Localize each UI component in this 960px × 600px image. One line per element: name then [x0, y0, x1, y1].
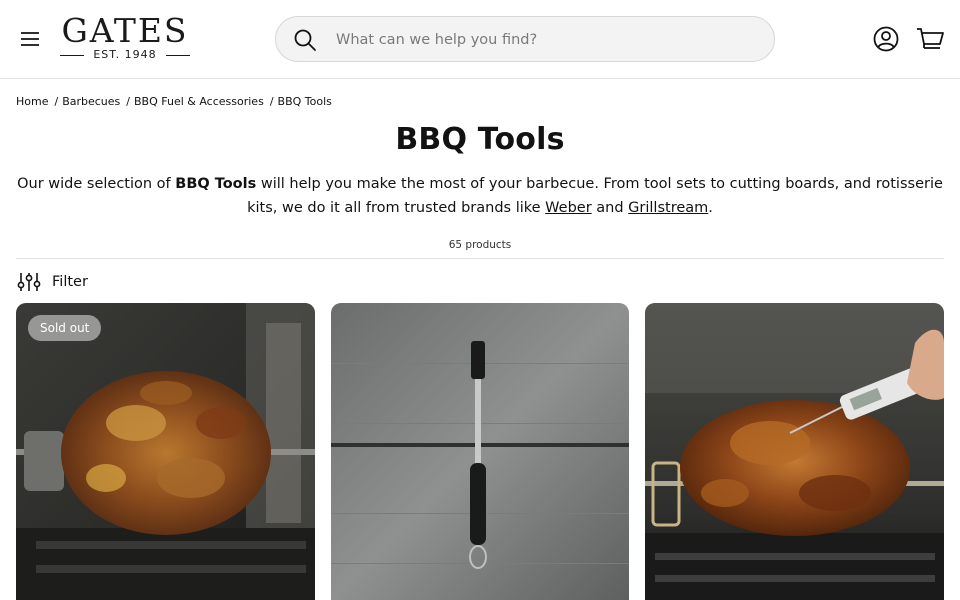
breadcrumb-separator: / — [126, 95, 130, 108]
logo-rule-right — [166, 55, 190, 56]
search-bar — [275, 16, 775, 62]
breadcrumb-current[interactable]: BBQ Tools — [278, 95, 332, 108]
logo-wordmark: GATES — [61, 11, 189, 50]
breadcrumb-barbecues[interactable]: Barbecues — [62, 95, 120, 108]
filter-button[interactable]: Filter — [16, 269, 88, 295]
rotisserie-chicken-thermometer-photo — [645, 303, 944, 600]
divider — [16, 258, 944, 259]
cart-icon[interactable] — [915, 25, 945, 53]
product-count: 65 products — [448, 239, 512, 251]
rotisserie-kebab-photo — [16, 303, 315, 600]
search-input[interactable] — [336, 28, 756, 52]
desc-text: . — [708, 200, 713, 216]
site-logo[interactable]: GATES EST. 1948 — [58, 12, 192, 64]
product-card[interactable]: Sold out — [16, 303, 315, 600]
desc-text: Our wide selection of — [17, 176, 176, 192]
page-title: BBQ Tools — [395, 122, 565, 157]
filter-label: Filter — [52, 274, 88, 290]
breadcrumb: Home / Barbecues / BBQ Fuel & Accessories / BB… — [16, 95, 332, 111]
filter-icon — [16, 270, 42, 294]
breadcrumb-separator: / — [54, 95, 59, 108]
grillstream-link[interactable]: Grillstream — [628, 200, 708, 216]
sold-out-badge: Sold out — [28, 315, 102, 341]
desc-text: and — [591, 200, 629, 216]
basting-brush-photo — [331, 303, 629, 600]
breadcrumb-separator: / — [269, 95, 274, 108]
menu-icon[interactable] — [18, 27, 42, 51]
breadcrumb-home[interactable]: Home — [16, 95, 48, 108]
product-card[interactable] — [645, 303, 944, 600]
site-header: GATES EST. 1948 — [0, 0, 960, 79]
desc-bold: BBQ Tools — [175, 176, 257, 192]
breadcrumb-fuel-accessories[interactable]: BBQ Fuel & Accessories — [134, 95, 264, 108]
collection-description: Our wide selection of BBQ Tools will hel… — [16, 172, 944, 220]
account-icon[interactable] — [872, 25, 900, 53]
search-icon[interactable] — [293, 28, 317, 52]
weber-link[interactable]: Weber — [545, 200, 592, 216]
product-card[interactable] — [331, 303, 629, 600]
